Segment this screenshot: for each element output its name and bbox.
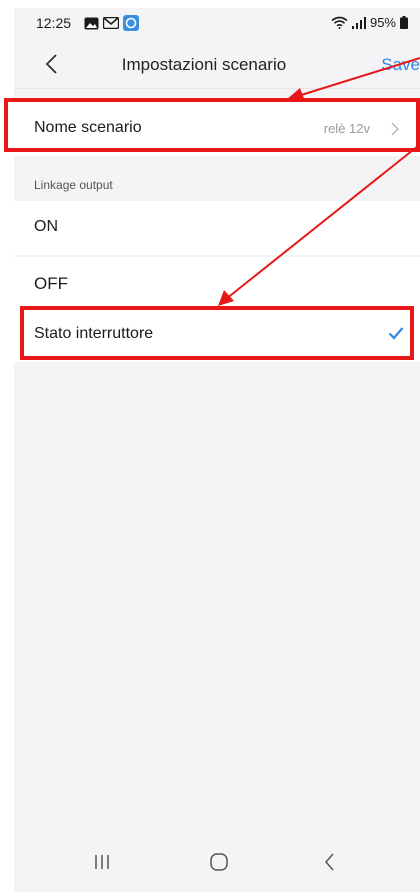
signal-icon (351, 16, 366, 29)
battery-level: 95% (369, 15, 396, 30)
switch-state-row[interactable]: Stato interruttore (14, 308, 420, 362)
notification-icons (84, 15, 139, 31)
scene-name-value: relè 12v (323, 121, 370, 136)
header-divider (14, 88, 420, 89)
app-screen: 12:25 95% Impostazioni scenario Save Nom… (14, 8, 420, 892)
app-notification-icon (123, 15, 139, 31)
phone-frame: 12:25 95% Impostazioni scenario Save Nom… (0, 0, 420, 892)
scene-name-row[interactable]: Nome scenario relè 12v (14, 102, 420, 156)
recent-apps-icon[interactable] (90, 850, 114, 874)
switch-state-label: Stato interruttore (34, 325, 154, 342)
page-title: Impostazioni scenario (121, 55, 287, 74)
option-off-row[interactable]: OFF (14, 257, 420, 311)
linkage-output-section-label: Linkage output (34, 178, 113, 192)
checkmark-icon (388, 327, 404, 340)
header: Impostazioni scenario Save (14, 42, 420, 86)
wifi-icon (331, 16, 348, 29)
system-icons: 95% (331, 15, 408, 30)
system-navigation-bar (14, 832, 420, 892)
scene-name-label: Nome scenario (34, 119, 142, 136)
home-icon[interactable] (207, 850, 231, 874)
save-button[interactable]: Save (381, 55, 420, 75)
status-time: 12:25 (36, 15, 72, 31)
back-nav-icon[interactable] (318, 850, 342, 874)
gallery-icon (84, 17, 99, 29)
option-on-label: ON (34, 218, 58, 235)
battery-icon (400, 16, 408, 29)
option-off-label: OFF (34, 274, 68, 293)
option-on-row[interactable]: ON (14, 201, 420, 255)
status-bar: 12:25 95% (14, 8, 420, 38)
gmail-icon (103, 17, 119, 29)
chevron-right-icon (391, 122, 399, 136)
